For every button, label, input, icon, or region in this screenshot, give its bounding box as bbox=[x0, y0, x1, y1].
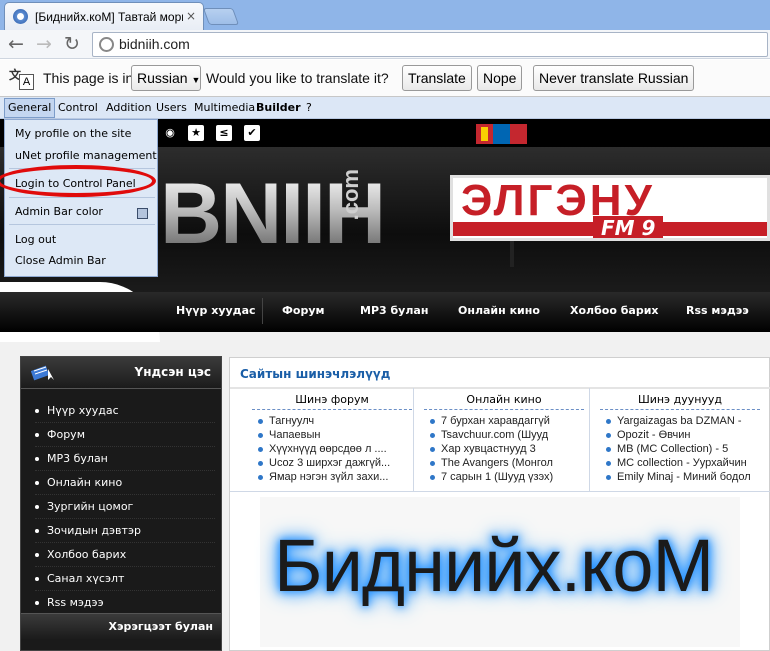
rss-icon[interactable]: ◉ bbox=[162, 125, 178, 141]
language-select[interactable]: Russian ▼ bbox=[131, 65, 201, 91]
list-item[interactable]: 7 сарын 1 (Шууд үзэх) bbox=[430, 471, 590, 483]
list-item[interactable]: 7 бурхан харавдаггүй bbox=[430, 415, 590, 427]
nav-home[interactable]: Нүүр хуудас bbox=[176, 304, 256, 317]
translate-button[interactable]: Translate bbox=[402, 65, 472, 91]
main-menu-sidebar: Үндсэн цэс Нүүр хуудас Форум MP3 булан О… bbox=[20, 356, 222, 651]
tab-strip: [Биднийх.коМ] Тавтай мори × bbox=[0, 0, 770, 30]
language-value: Russian bbox=[137, 70, 188, 86]
globe-icon bbox=[99, 37, 114, 52]
sidebar-item-rss[interactable]: Rss мэдээ bbox=[35, 591, 215, 615]
updates-title: Сайтын шинэчлэлүүд bbox=[240, 367, 391, 381]
list-item[interactable]: Emily Minaj - Миний бодол bbox=[606, 471, 766, 483]
sidebar-item-guestbook[interactable]: Зочидын дэвтэр bbox=[35, 519, 215, 543]
menu-item-close-admin-bar[interactable]: Close Admin Bar bbox=[15, 254, 106, 267]
nav-contact[interactable]: Холбоо барих bbox=[570, 304, 659, 317]
list-item[interactable]: Хар хувцастнууд 3 bbox=[430, 443, 590, 455]
site-favicon-icon bbox=[13, 9, 28, 24]
list-item[interactable]: Тагнуулч bbox=[258, 415, 418, 427]
list-item[interactable]: Хүүхнүүд өөрсдөө л .... bbox=[258, 443, 418, 455]
admin-menu-control[interactable]: Control bbox=[58, 101, 98, 114]
sidebar-header: Үндсэн цэс bbox=[21, 357, 221, 389]
column-online-movies: Онлайн кино 7 бурхан харавдаггүй Tsavchu… bbox=[414, 388, 590, 492]
sidebar-item-gallery[interactable]: Зургийн цомог bbox=[35, 495, 215, 519]
translate-question: Would you like to translate it? bbox=[206, 70, 389, 86]
color-swatch-icon[interactable] bbox=[137, 208, 148, 219]
site-navbar: Нүүр хуудас Форум MP3 булан Онлайн кино … bbox=[0, 292, 770, 332]
list-item[interactable]: MC collection - Уурхайчин bbox=[606, 457, 766, 469]
sidebar-item-mp3[interactable]: MP3 булан bbox=[35, 447, 215, 471]
sidebar-sub-title: Хэрэгцээт булан bbox=[108, 620, 213, 633]
sidebar-item-feedback[interactable]: Санал хүсэлт bbox=[35, 567, 215, 591]
admin-menu-help[interactable]: ? bbox=[306, 101, 312, 114]
list-item[interactable]: Tsavchuur.com (Шууд bbox=[430, 429, 590, 441]
admin-menu-users[interactable]: Users bbox=[156, 101, 187, 114]
general-dropdown-menu: My profile on the site uNet profile mana… bbox=[4, 119, 158, 277]
nav-mp3[interactable]: MP3 булан bbox=[360, 304, 428, 317]
check-icon[interactable]: ✔ bbox=[244, 125, 260, 141]
promo-logo-text: Биднийх.коМ bbox=[274, 524, 714, 607]
admin-bar: General Control Addition Users Multimedi… bbox=[0, 97, 770, 119]
list-item[interactable]: Ucoz 3 ширхэг дажгүй... bbox=[258, 457, 418, 469]
site-logo-com: .com bbox=[338, 169, 363, 221]
browser-toolbar: ← → ↻ bidniih.com bbox=[0, 30, 770, 59]
address-url[interactable]: bidniih.com bbox=[119, 36, 190, 52]
list-item[interactable]: Ямар нэгэн зүйл захи... bbox=[258, 471, 418, 483]
nope-button[interactable]: Nope bbox=[477, 65, 523, 91]
highlight-ellipse bbox=[0, 165, 156, 197]
list-item[interactable]: Чапаевын bbox=[258, 429, 418, 441]
mongolia-flag-icon[interactable] bbox=[476, 124, 527, 144]
list-item[interactable]: MB (MC Collection) - 5 bbox=[606, 443, 766, 455]
never-translate-button[interactable]: Never translate Russian bbox=[533, 65, 695, 91]
sidebar-item-contact[interactable]: Холбоо барих bbox=[35, 543, 215, 567]
back-button-icon[interactable]: ← bbox=[8, 34, 24, 54]
sidebar-item-movies[interactable]: Онлайн кино bbox=[35, 471, 215, 495]
list-item[interactable]: Opozit - Өвчин bbox=[606, 429, 766, 441]
nav-rss[interactable]: Rss мэдээ bbox=[686, 304, 749, 317]
column-header: Онлайн кино bbox=[424, 393, 584, 410]
list-item[interactable]: The Avangers (Монгол bbox=[430, 457, 590, 469]
forward-button-icon[interactable]: → bbox=[36, 34, 52, 54]
column-new-songs: Шинэ дуунууд Yargaizagas ba DZMAN - Opoz… bbox=[590, 388, 770, 492]
admin-menu-general[interactable]: General bbox=[4, 98, 56, 118]
menu-item-log-out[interactable]: Log out bbox=[15, 233, 56, 246]
dropdown-arrow-icon: ▼ bbox=[191, 75, 201, 85]
list-item[interactable]: Yargaizagas ba DZMAN - bbox=[606, 415, 766, 427]
banner-fm: FM 9 bbox=[593, 216, 664, 238]
column-header: Шинэ дуунууд bbox=[600, 393, 760, 410]
radio-banner[interactable]: ЭЛГЭНУ FM 9 bbox=[450, 175, 770, 241]
admin-menu-addition[interactable]: Addition bbox=[106, 101, 151, 114]
new-tab-button[interactable] bbox=[202, 8, 240, 25]
translate-prefix: This page is in bbox=[43, 70, 134, 86]
address-bar[interactable]: bidniih.com bbox=[92, 32, 768, 57]
updates-columns: Шинэ форум Тагнуулч Чапаевын Хүүхнүүд өө… bbox=[230, 388, 770, 492]
column-new-forum: Шинэ форум Тагнуулч Чапаевын Хүүхнүүд өө… bbox=[242, 388, 414, 492]
share-icon[interactable]: ≤ bbox=[216, 125, 232, 141]
reload-button-icon[interactable]: ↻ bbox=[64, 34, 80, 54]
nav-movies[interactable]: Онлайн кино bbox=[458, 304, 540, 317]
admin-menu-builder[interactable]: Builder bbox=[256, 101, 301, 114]
sidebar-title: Үндсэн цэс bbox=[134, 365, 212, 379]
promo-logo-area: Биднийх.коМ bbox=[260, 497, 740, 647]
translate-icon: 文A bbox=[9, 66, 35, 90]
tab-close-icon[interactable]: × bbox=[186, 9, 196, 23]
admin-menu-multimedia[interactable]: Multimedia bbox=[194, 101, 255, 114]
menu-cursor-icon bbox=[31, 365, 54, 381]
sidebar-subheader: Хэрэгцээт булан bbox=[21, 613, 221, 639]
menu-item-my-profile[interactable]: My profile on the site bbox=[15, 127, 131, 140]
star-icon[interactable]: ★ bbox=[188, 125, 204, 141]
translate-infobar: 文A This page is in Russian ▼ Would you l… bbox=[0, 60, 770, 97]
menu-item-unet-profile[interactable]: uNet profile management bbox=[15, 149, 157, 162]
sidebar-item-home[interactable]: Нүүр хуудас bbox=[35, 399, 215, 423]
tab-title: [Биднийх.коМ] Тавтай мори bbox=[35, 10, 183, 24]
nav-forum[interactable]: Форум bbox=[282, 304, 325, 317]
sidebar-item-forum[interactable]: Форум bbox=[35, 423, 215, 447]
browser-tab[interactable]: [Биднийх.коМ] Тавтай мори × bbox=[4, 2, 204, 30]
menu-item-admin-bar-color[interactable]: Admin Bar color bbox=[15, 205, 103, 218]
column-header: Шинэ форум bbox=[252, 393, 412, 410]
